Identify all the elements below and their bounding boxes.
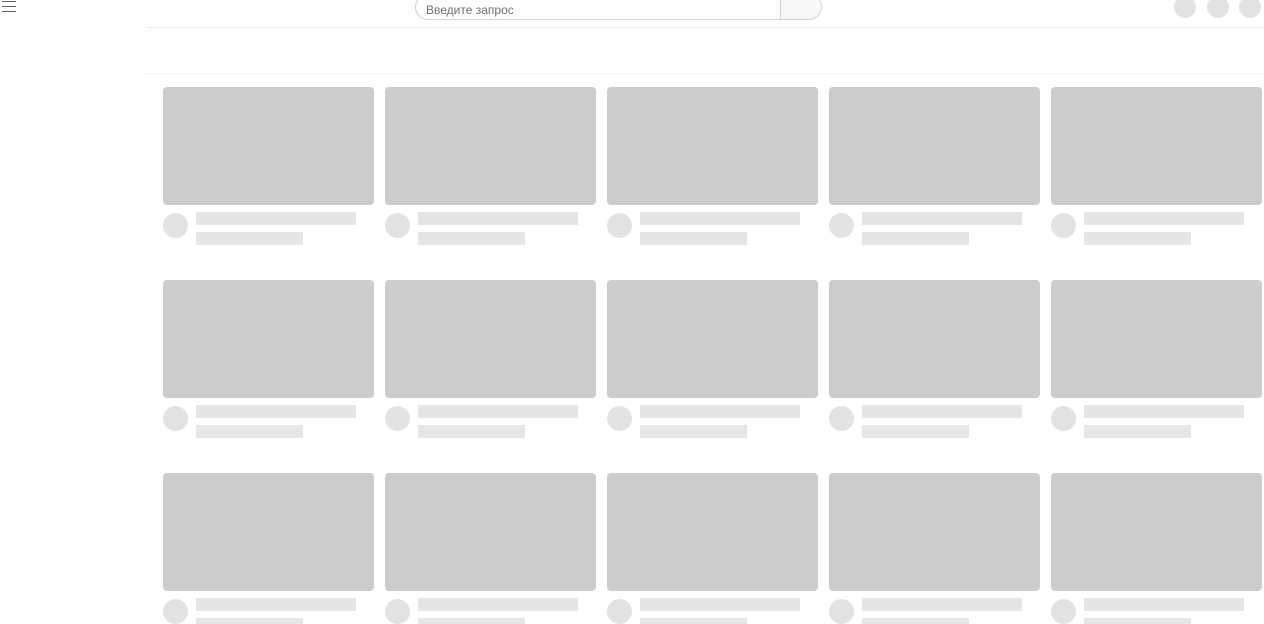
channel-avatar-placeholder [607,406,632,431]
video-card-placeholder[interactable] [607,473,818,624]
channel-avatar-placeholder [163,599,188,624]
hamburger-menu-icon[interactable] [2,1,16,13]
video-card-placeholder[interactable] [1051,87,1262,245]
title-line-placeholder [862,212,1022,225]
title-line-placeholder [196,598,356,611]
video-card-placeholder[interactable] [829,473,1040,624]
video-card-placeholder[interactable] [385,473,596,624]
app-root [0,0,1264,624]
notifications-icon-placeholder[interactable] [1207,0,1229,18]
search-bar [415,0,822,20]
channel-avatar-placeholder [385,213,410,238]
video-card-placeholder[interactable] [163,473,374,624]
meta-line-placeholder [640,425,747,438]
video-card-placeholder[interactable] [829,280,1040,438]
title-line-placeholder [862,405,1022,418]
thumbnail-placeholder [829,87,1040,205]
channel-avatar-placeholder [1051,213,1076,238]
video-card-placeholder[interactable] [1051,280,1262,438]
meta-line-placeholder [862,425,969,438]
title-line-placeholder [418,212,578,225]
thumbnail-placeholder [607,473,818,591]
channel-avatar-placeholder [607,213,632,238]
title-line-placeholder [418,405,578,418]
title-line-placeholder [1084,598,1244,611]
create-icon-placeholder[interactable] [1174,0,1196,18]
video-card-placeholder[interactable] [829,87,1040,245]
meta-line-placeholder [196,425,303,438]
meta-line-placeholder [862,232,969,245]
thumbnail-placeholder [163,87,374,205]
title-line-placeholder [196,212,356,225]
meta-line-placeholder [862,618,969,624]
video-card-placeholder[interactable] [163,280,374,438]
video-card-placeholder[interactable] [607,87,818,245]
thumbnail-placeholder [607,87,818,205]
thumbnail-placeholder [163,473,374,591]
chips-bar-divider [146,73,1264,74]
channel-avatar-placeholder [829,406,854,431]
video-card-placeholder[interactable] [385,280,596,438]
meta-line-placeholder [1084,618,1191,624]
thumbnail-placeholder [385,473,596,591]
thumbnail-placeholder [163,280,374,398]
thumbnail-placeholder [607,280,818,398]
title-line-placeholder [1084,405,1244,418]
meta-line-placeholder [418,232,525,245]
channel-avatar-placeholder [1051,599,1076,624]
channel-avatar-placeholder [163,406,188,431]
search-input[interactable] [415,0,780,20]
title-line-placeholder [418,598,578,611]
title-line-placeholder [640,212,800,225]
meta-line-placeholder [418,425,525,438]
meta-line-placeholder [196,618,303,624]
channel-avatar-placeholder [829,213,854,238]
channel-avatar-placeholder [607,599,632,624]
meta-line-placeholder [640,232,747,245]
channel-avatar-placeholder [385,406,410,431]
thumbnail-placeholder [1051,473,1262,591]
title-line-placeholder [1084,212,1244,225]
channel-avatar-placeholder [1051,406,1076,431]
thumbnail-placeholder [385,280,596,398]
meta-line-placeholder [1084,425,1191,438]
title-line-placeholder [862,598,1022,611]
meta-line-placeholder [640,618,747,624]
title-line-placeholder [196,405,356,418]
meta-line-placeholder [196,232,303,245]
video-card-placeholder[interactable] [163,87,374,245]
thumbnail-placeholder [385,87,596,205]
meta-line-placeholder [418,618,525,624]
thumbnail-placeholder [1051,87,1262,205]
channel-avatar-placeholder [829,599,854,624]
meta-line-placeholder [1084,232,1191,245]
channel-avatar-placeholder [385,599,410,624]
title-line-placeholder [640,405,800,418]
account-avatar-placeholder[interactable] [1239,0,1261,18]
search-button[interactable] [780,0,822,20]
title-line-placeholder [640,598,800,611]
thumbnail-placeholder [829,280,1040,398]
header-divider [146,27,1264,28]
video-card-placeholder[interactable] [607,280,818,438]
video-card-placeholder[interactable] [385,87,596,245]
thumbnail-placeholder [1051,280,1262,398]
video-grid [163,87,1262,624]
video-card-placeholder[interactable] [1051,473,1262,624]
thumbnail-placeholder [829,473,1040,591]
channel-avatar-placeholder [163,213,188,238]
